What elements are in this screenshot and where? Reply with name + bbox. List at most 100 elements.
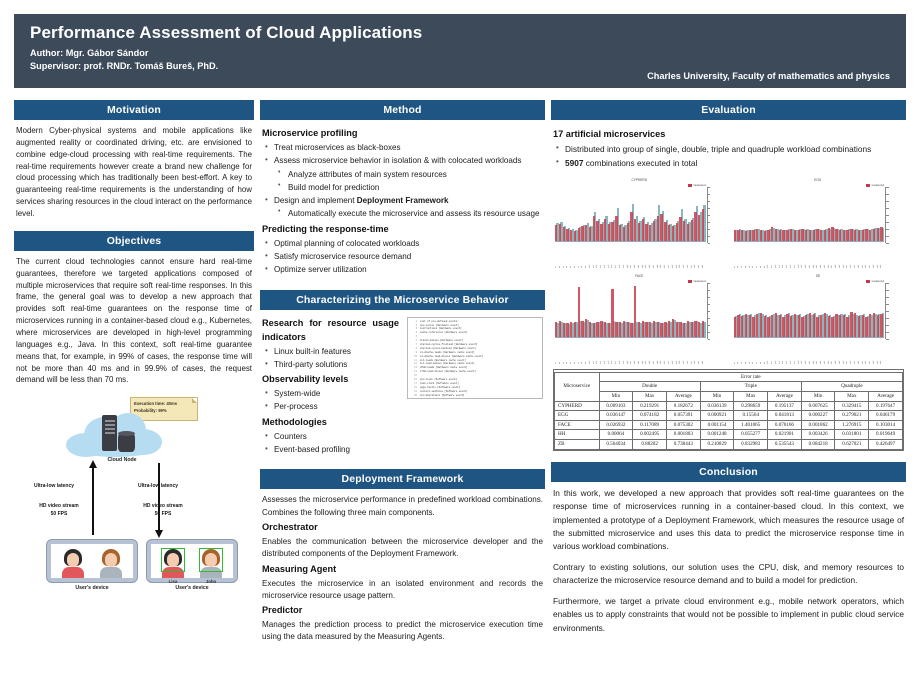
panel-evaluation: Evaluation 17 artificial microservices D…: [551, 100, 906, 453]
cell-error-value: 0.117089: [632, 419, 667, 431]
bar-measured: [562, 322, 565, 337]
cell-error-value: 0.001248: [699, 429, 735, 441]
bar-measured: [786, 314, 789, 337]
stream-left-line2: 50 FPS: [50, 510, 68, 517]
th-subcol: Min: [598, 391, 634, 402]
bar-measured: [577, 228, 580, 241]
axis-tick-label: c34: [857, 264, 860, 268]
poster-supervisor: Supervisor: prof. RNDr. Tomáš Bureš, PhD…: [30, 61, 219, 72]
method-list-profiling: Treat microservices as black-boxes Asses…: [262, 141, 543, 221]
deployment-text-measuring-agent: Executes the microservice in an isolated…: [262, 578, 543, 600]
bar-measured: [596, 221, 599, 241]
cell-microservice-name: CYPHERD: [554, 400, 600, 412]
cell-error-value: 0.000227: [800, 410, 836, 421]
axis-tick: [707, 324, 710, 326]
axis-tick: [707, 338, 710, 340]
bar-measured: [701, 321, 705, 337]
cell-error-value: 0.036147: [598, 410, 634, 421]
design-bold-term: Deployment Framework: [356, 196, 449, 206]
cell-error-value: 0.197647: [868, 400, 903, 412]
cell-error-value: 0.219291: [632, 400, 667, 412]
stream-right-line1: HD video stream: [143, 503, 183, 510]
deployment-intro: Assesses the microservice performance in…: [262, 495, 543, 517]
poster-header-banner: Performance Assessment of Cloud Applicat…: [14, 14, 906, 88]
cell-error-value: 0.001803: [665, 429, 701, 441]
list-item: Event-based profiling: [262, 443, 543, 456]
cell-error-value: 0.021901: [767, 429, 802, 441]
bar-measured: [759, 312, 763, 337]
bar-measured: [756, 229, 759, 241]
bar-measured: [630, 212, 633, 241]
bar-measured: [596, 321, 599, 337]
axis-tick: [707, 331, 710, 333]
th-subcol: Average: [868, 391, 903, 402]
latency-label-left: Ultra-low latency: [34, 483, 75, 490]
bar-measured: [573, 230, 577, 241]
legend-label: measured: [693, 278, 706, 283]
bar-measured: [869, 229, 872, 241]
bar-measured: [793, 313, 797, 337]
bar-measured: [634, 285, 637, 337]
bar-measured: [626, 223, 629, 241]
bar-measured: [737, 314, 740, 337]
legend-swatch-icon: [866, 279, 871, 283]
axis-tick-label: c32: [671, 264, 674, 268]
bar-measured: [748, 230, 751, 241]
chart-x-tick-labels: c1 c2 c3 c4 c5 c6 c7 c8 c9 c10 c11 c12 c13 c14 c15 c16 c…: [555, 242, 706, 268]
axis-tick-label: c4: [744, 265, 747, 268]
bar-measured: [846, 229, 849, 241]
bar-group: [701, 189, 706, 241]
axis-tick: [707, 221, 710, 223]
bar-measured: [573, 321, 577, 337]
bar-measured: [649, 224, 652, 241]
cell-error-value: 0.15564: [733, 410, 769, 421]
stream-label-left: HD video stream 50 FPS: [30, 503, 88, 518]
bar-measured: [865, 317, 868, 337]
face-man-icon: [98, 548, 124, 579]
cell-error-value: 0.195137: [767, 400, 802, 412]
cell-error-value: 0.003426: [800, 429, 836, 441]
bar-measured: [645, 223, 648, 241]
list-item: Build model for prediction: [274, 181, 543, 194]
th-microservice: Microservice: [554, 371, 600, 402]
bar-measured: [600, 321, 603, 337]
bar-measured: [861, 229, 864, 241]
bar-measured: [857, 315, 861, 337]
table-row: Min Max Average Min Max Average Min Max Average: [555, 391, 903, 402]
bar-measured: [744, 313, 748, 337]
bar-measured: [850, 229, 853, 241]
panel-objectives-heading: Objectives: [14, 230, 254, 251]
bar-measured: [671, 319, 675, 337]
bar-measured: [656, 216, 659, 241]
bar-measured: [767, 317, 770, 337]
bar-measured: [600, 223, 603, 241]
cell-error-value: 0.426497: [868, 439, 903, 450]
th-subcol: Min: [800, 391, 836, 402]
bar-measured: [652, 221, 656, 241]
bar-measured: [577, 286, 580, 337]
cell-error-value: 0.026932: [598, 419, 634, 431]
detection-box-icon: [199, 548, 223, 573]
bar-measured: [679, 322, 682, 337]
legend-label: measured: [693, 182, 706, 187]
error-rate-table-body: CYPHERD 0.009103 0.219291 0.182672 0.036139 0…: [554, 400, 903, 450]
cell-error-value: 0.057391: [665, 410, 701, 421]
cell-error-value: 0.627021: [834, 439, 870, 450]
bar-measured: [756, 314, 759, 337]
bar-measured: [588, 322, 592, 337]
panel-conclusion-body: In this work, we developed a new approac…: [551, 482, 906, 644]
conclusion-paragraph-2: Contrary to existing solutions, our solu…: [553, 561, 904, 586]
cell-error-value: 0.076166: [767, 419, 802, 431]
axis-tick-label: c40: [701, 264, 704, 268]
bar-measured: [805, 315, 808, 337]
axis-tick: [707, 214, 710, 216]
panel-characterizing-body: 1 List of pre-defined events: 2 cpu-cycles…: [260, 310, 545, 461]
bar-measured: [831, 227, 834, 241]
chart-legend: measured: [866, 279, 884, 284]
poster-author: Author: Mgr. Gábor Sándor: [30, 48, 149, 59]
bar-measured: [603, 322, 607, 337]
th-group: Triple: [699, 381, 802, 392]
axis-tick: [886, 296, 889, 298]
cell-error-value: 0.564034: [598, 439, 634, 450]
axis-tick: [886, 242, 889, 244]
